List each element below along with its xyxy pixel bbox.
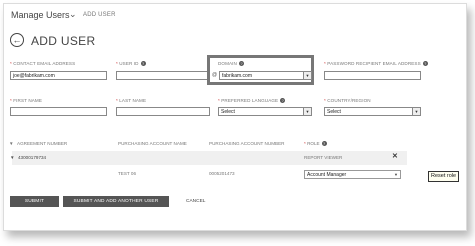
contact-email-input[interactable]: joe@fabrikam.com <box>10 71 107 80</box>
domain-highlight <box>207 55 314 85</box>
submit-button[interactable]: SUBMIT <box>10 196 59 207</box>
dropdown-arrow-icon: ▼ <box>303 108 311 115</box>
user-id-input[interactable] <box>116 71 210 80</box>
dropdown-arrow-icon: ▼ <box>412 108 420 115</box>
first-name-input[interactable] <box>10 107 107 116</box>
password-email-label: * PASSWORD RECIPIENT EMAIL ADDRESS? <box>324 61 428 67</box>
contact-email-label: * CONTACT EMAIL ADDRESS <box>10 61 76 66</box>
help-icon[interactable]: ? <box>321 141 327 147</box>
help-icon[interactable]: ? <box>140 61 146 67</box>
at-icon: @ <box>212 72 218 78</box>
help-icon[interactable]: ? <box>422 61 428 67</box>
breadcrumb-manage-users[interactable]: Manage Users <box>11 10 70 20</box>
help-icon[interactable]: ? <box>280 98 286 104</box>
reset-role-tooltip: Reset role <box>428 171 460 182</box>
account-name-cell: TEST 06 <box>118 171 137 176</box>
domain-select[interactable]: fabrikam.com ▼ <box>219 71 312 80</box>
last-name-label: * LAST NAME <box>116 98 147 103</box>
account-number-header: PURCHASING ACCOUNT NUMBER <box>209 141 285 146</box>
agreement-number-header: AGREEMENT NUMBER <box>17 141 68 146</box>
user-id-label: * USER ID? <box>116 61 146 67</box>
preferred-language-label: * PREFERRED LANGUAGE? <box>218 98 286 104</box>
account-number-cell: 0005201473 <box>209 171 235 176</box>
agreement-number-cell: 43000179734 <box>18 155 47 160</box>
preferred-language-select[interactable]: Select ▼ <box>218 107 312 116</box>
table-row <box>12 151 407 165</box>
submit-add-another-button[interactable]: SUBMIT AND ADD ANOTHER USER <box>63 196 169 207</box>
expand-row-icon[interactable]: ▼ <box>10 155 15 160</box>
page-title: ADD USER <box>31 34 96 48</box>
role-cell: REPORT VIEWER <box>304 155 343 160</box>
dropdown-arrow-icon: ▼ <box>394 172 398 177</box>
chevron-down-icon[interactable]: ⌄ <box>69 9 77 20</box>
country-region-select[interactable]: Select ▼ <box>324 107 421 116</box>
country-region-label: * COUNTRY/REGION <box>324 98 371 103</box>
first-name-label: * FIRST NAME <box>10 98 43 103</box>
last-name-input[interactable] <box>116 107 210 116</box>
collapse-all-icon[interactable]: ▼ <box>9 141 14 146</box>
role-header: * ROLE? <box>304 141 327 147</box>
add-user-panel: Manage Users ⌄ ADD USER ← ADD USER * CON… <box>3 3 467 231</box>
close-icon[interactable]: ✕ <box>392 152 398 160</box>
breadcrumb-current: ADD USER <box>83 12 116 18</box>
account-name-header: PURCHASING ACCOUNT NAME <box>118 141 187 146</box>
role-select[interactable]: Account Manager ▼ <box>304 170 401 179</box>
back-arrow-icon[interactable]: ← <box>10 33 24 47</box>
password-email-input[interactable] <box>324 71 421 80</box>
dropdown-arrow-icon: ▼ <box>303 72 311 79</box>
cancel-button[interactable]: CANCEL <box>186 196 205 207</box>
